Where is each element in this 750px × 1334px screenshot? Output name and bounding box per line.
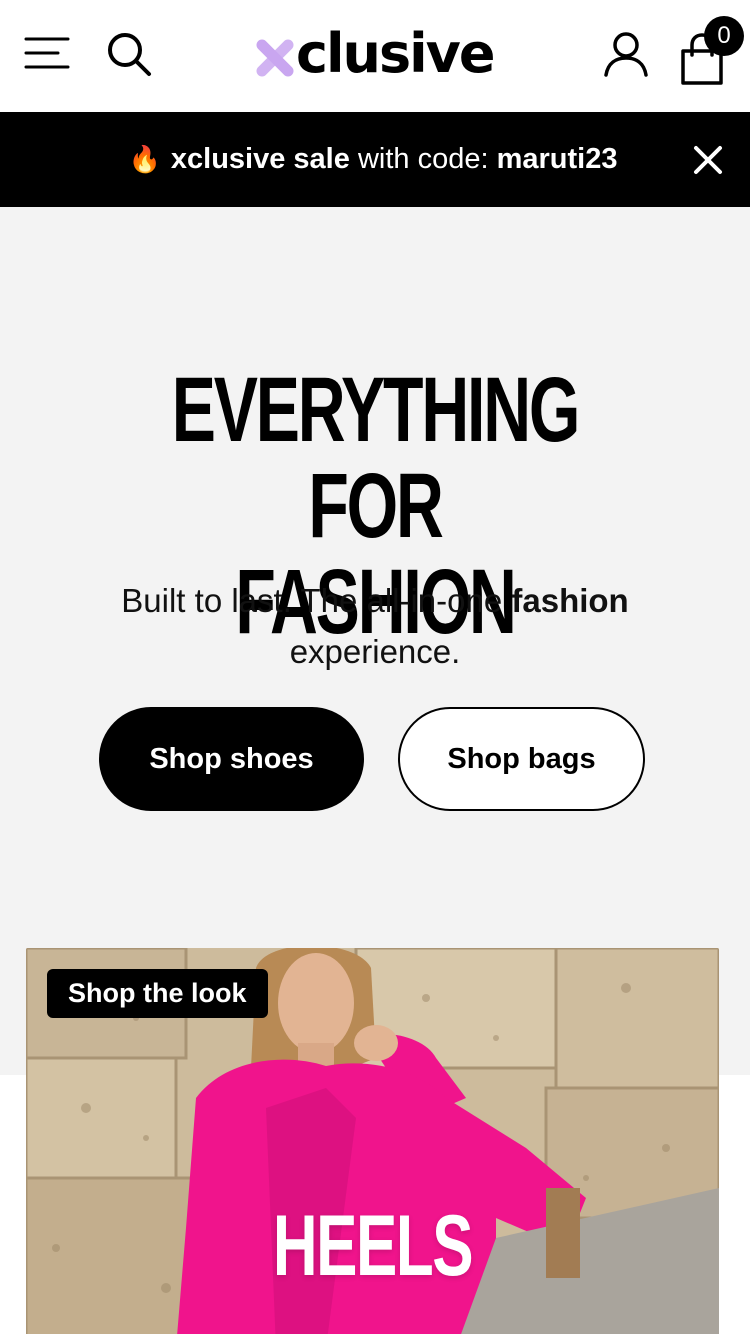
- shop-shoes-button[interactable]: Shop shoes: [99, 707, 364, 811]
- hero-section: EVERYTHING FOR FASHION Built to last. Th…: [0, 207, 750, 1075]
- hero-subtitle-start: Built to last. The all-in-one: [121, 582, 503, 619]
- x-logo-mark: [256, 39, 294, 77]
- cart-count-badge: 0: [704, 16, 744, 56]
- account-button[interactable]: [598, 26, 654, 82]
- announcement-bar: 🔥 xclusive sale with code: maruti23: [0, 112, 750, 207]
- look-card-title[interactable]: HEELS: [123, 1196, 622, 1296]
- menu-button[interactable]: [22, 30, 72, 76]
- hero-subtitle-end: experience.: [289, 633, 461, 670]
- site-logo[interactable]: clusive: [256, 22, 495, 86]
- announcement-text: 🔥 xclusive sale with code: maruti23: [0, 112, 750, 207]
- search-button[interactable]: [102, 28, 156, 80]
- shop-bags-button[interactable]: Shop bags: [398, 707, 645, 811]
- logo-text: clusive: [296, 22, 495, 85]
- shop-the-look-badge[interactable]: Shop the look: [47, 969, 268, 1018]
- close-announcement-button[interactable]: [688, 140, 728, 180]
- page: clusive 0 🔥 xclusive sale with code: mar…: [0, 0, 750, 1334]
- announcement-brand: xclusive sale: [170, 143, 350, 175]
- fire-icon: 🔥: [128, 144, 161, 174]
- promo-code: maruti23: [496, 143, 618, 175]
- hero-subtitle: Built to last. The all-in-one fashion ex…: [90, 575, 660, 677]
- announcement-message: with code:: [357, 143, 489, 175]
- close-icon: [694, 146, 722, 174]
- search-icon: [108, 33, 151, 76]
- site-header: clusive 0: [0, 0, 750, 112]
- hero-title-line-1: EVERYTHING FOR: [171, 359, 581, 557]
- user-icon: [604, 32, 648, 77]
- hamburger-menu-icon: [24, 37, 70, 69]
- hero-subtitle-bold: fashion: [511, 582, 629, 619]
